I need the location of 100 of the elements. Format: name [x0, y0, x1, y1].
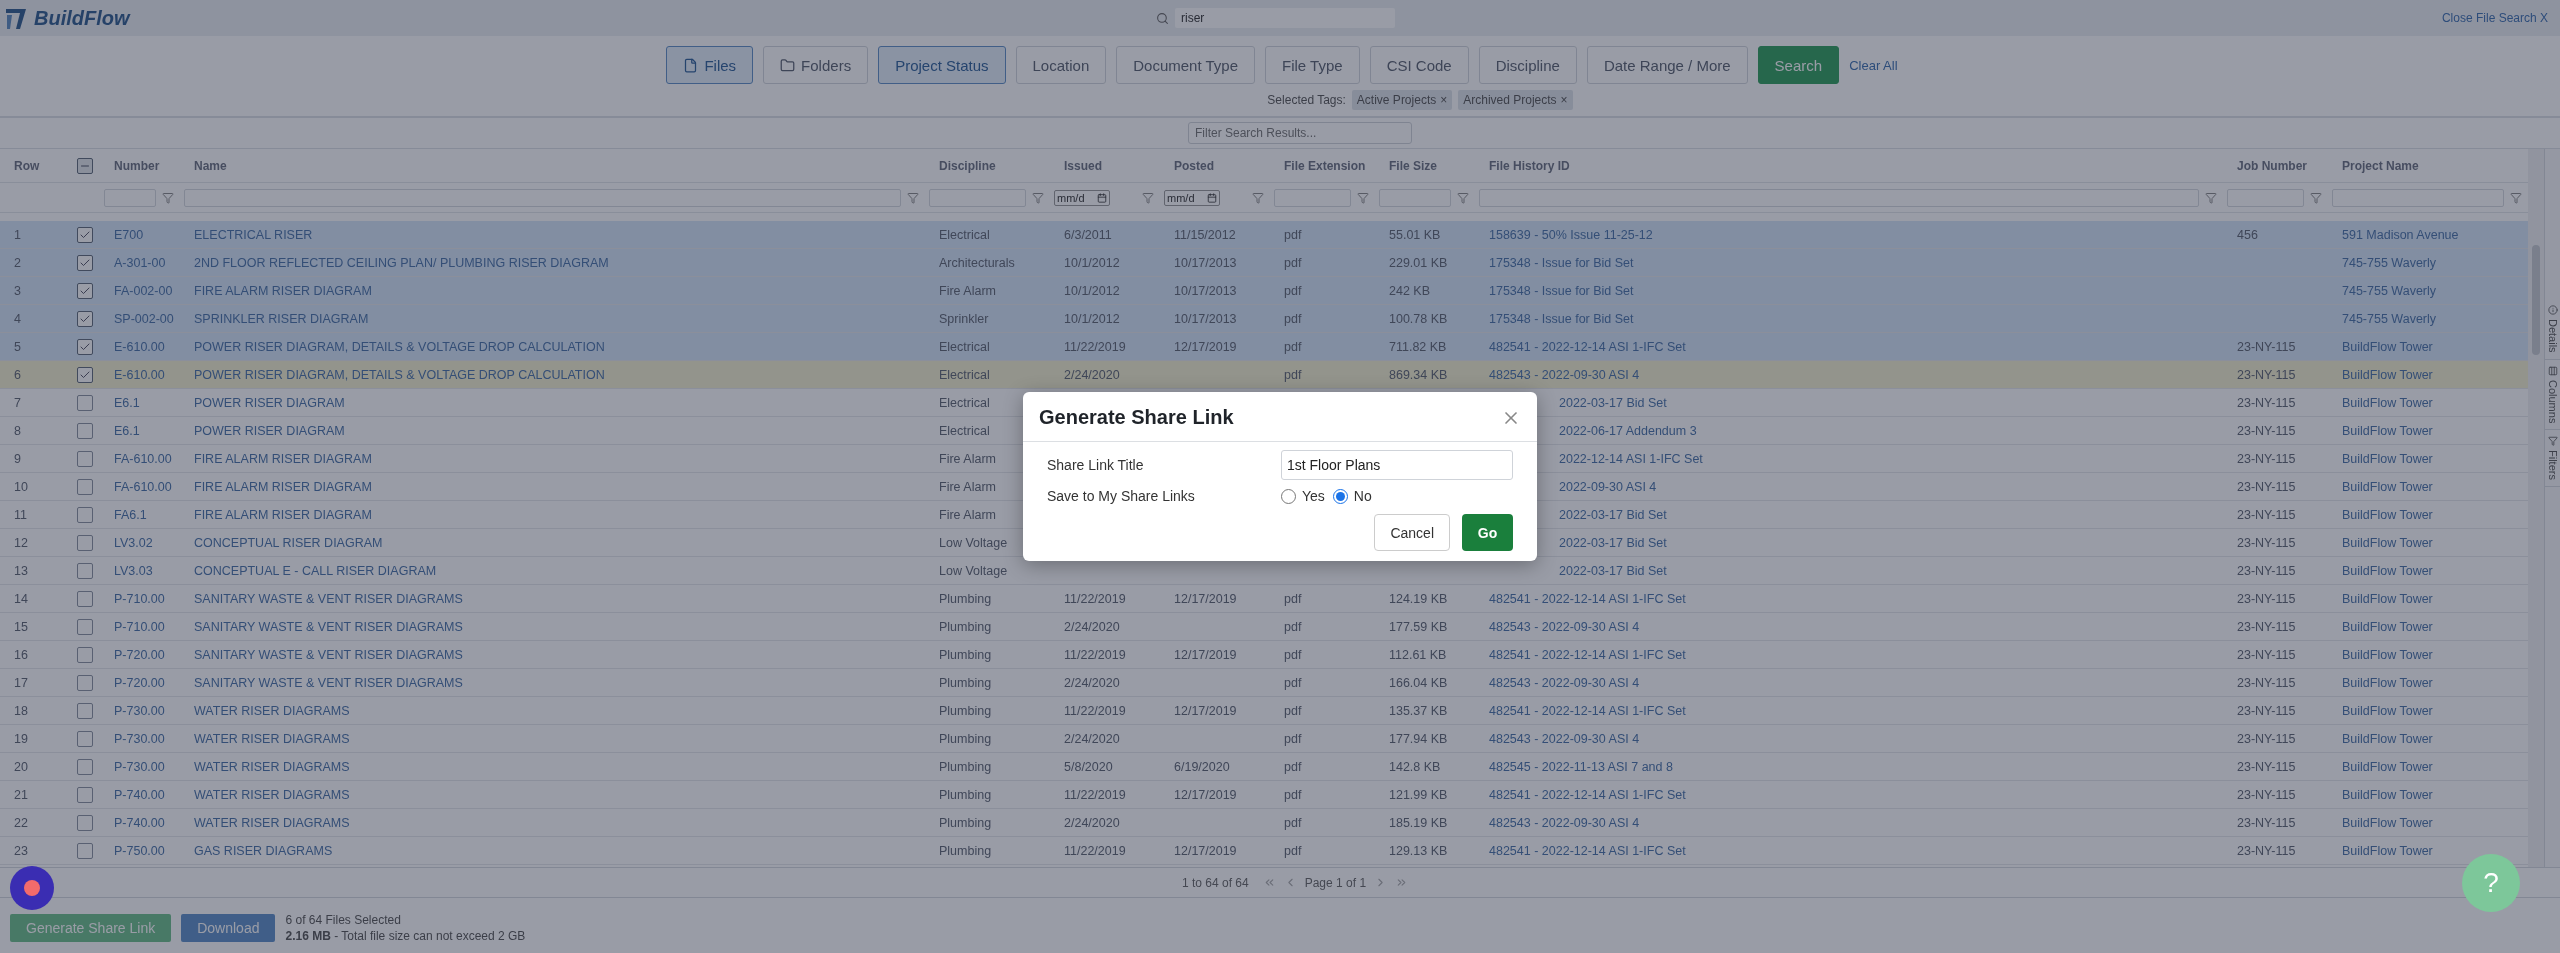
row-checkbox[interactable] [77, 366, 93, 383]
table-cell[interactable]: E6.1 [100, 395, 180, 410]
row-checkbox[interactable] [77, 450, 93, 467]
calendar-icon[interactable] [1097, 192, 1107, 203]
filter-icon[interactable] [907, 191, 919, 204]
table-cell[interactable]: SANITARY WASTE & VENT RISER DIAGRAMS [180, 591, 925, 606]
table-cell[interactable]: GAS RISER DIAGRAMS [180, 843, 925, 858]
column-header[interactable]: Row [0, 158, 70, 173]
column-header[interactable]: File Extension [1270, 158, 1375, 173]
table-cell[interactable]: 482545 - 2022-11-13 ASI 7 and 8 [1475, 759, 2223, 774]
table-cell[interactable]: WATER RISER DIAGRAMS [180, 815, 925, 830]
table-cell[interactable]: SPRINKLER RISER DIAGRAM [180, 311, 925, 326]
title-input-field[interactable]: 1st Floor Plans [1281, 450, 1513, 480]
table-cell[interactable]: 482543 - 2022-09-30 ASI 4 [1475, 367, 2223, 382]
table-cell[interactable]: E700 [100, 227, 180, 242]
table-cell[interactable]: E-610.00 [100, 367, 180, 382]
filter-icon[interactable] [1357, 191, 1369, 204]
table-cell[interactable]: BuildFlow Tower [2328, 675, 2528, 690]
table-cell[interactable]: FIRE ALARM RISER DIAGRAM [180, 507, 925, 522]
table-cell[interactable]: 745-755 Waverly [2328, 311, 2528, 326]
table-cell[interactable]: SANITARY WASTE & VENT RISER DIAGRAMS [180, 619, 925, 634]
row-checkbox[interactable] [77, 310, 93, 327]
record-widget-button[interactable] [10, 866, 54, 910]
filter-button[interactable]: File Type [1265, 46, 1360, 84]
table-cell[interactable]: 482543 - 2022-09-30 ASI 4 [1475, 619, 2223, 634]
table-cell[interactable]: FA-002-00 [100, 283, 180, 298]
table-cell[interactable]: FA-610.00 [100, 479, 180, 494]
side-tab[interactable]: Filters [2545, 430, 2560, 487]
table-row[interactable]: 4 SP-002-00 SPRINKLER RISER DIAGRAM Sprinkler 10/1/2012 10/17/2013 pdf 100.78 KB 175348 - Issue for Bid Set 745-755 Waverly [0, 305, 2528, 333]
filter-icon[interactable] [2310, 191, 2322, 204]
table-cell[interactable]: E6.1 [100, 423, 180, 438]
filter-button[interactable]: Folders [763, 46, 869, 84]
table-cell[interactable]: BuildFlow Tower [2328, 647, 2528, 662]
table-row[interactable]: 5 E-610.00 POWER RISER DIAGRAM, DETAILS & VOLTAGE DROP CALCULATION Electrical 11/22/2019 12/17/2019 pdf 711.82 KB 482541 - 2022-12-14 ASI 1-IFC Set 23-NY-115 BuildFlow Tower [0, 333, 2528, 361]
table-cell[interactable]: 175348 - Issue for Bid Set [1475, 283, 2223, 298]
table-cell[interactable]: BuildFlow Tower [2328, 731, 2528, 746]
table-cell[interactable]: P-730.00 [100, 703, 180, 718]
filter-button[interactable]: Location [1015, 46, 1107, 84]
table-cell[interactable]: POWER RISER DIAGRAM [180, 423, 925, 438]
table-cell[interactable]: P-710.00 [100, 619, 180, 634]
table-cell[interactable]: 482541 - 2022-12-14 ASI 1-IFC Set [1475, 339, 2223, 354]
filter-icon[interactable] [1032, 191, 1044, 204]
table-cell[interactable]: BuildFlow Tower [2328, 563, 2528, 578]
table-cell[interactable]: FIRE ALARM RISER DIAGRAM [180, 451, 925, 466]
table-cell[interactable]: 175348 - Issue for Bid Set [1475, 255, 2223, 270]
row-checkbox[interactable] [77, 618, 93, 635]
close-search-link[interactable]: Close File Search X [2441, 11, 2548, 25]
row-checkbox[interactable] [77, 842, 93, 859]
calendar-icon[interactable] [1207, 192, 1217, 203]
table-cell[interactable]: POWER RISER DIAGRAM [180, 395, 925, 410]
cancel-button[interactable]: Cancel [1374, 514, 1450, 551]
table-cell[interactable]: 745-755 Waverly [2328, 283, 2528, 298]
table-cell[interactable]: 482543 - 2022-09-30 ASI 4 [1475, 675, 2223, 690]
row-checkbox[interactable] [77, 590, 93, 607]
side-tab[interactable]: Details [2545, 299, 2560, 360]
table-cell[interactable]: SANITARY WASTE & VENT RISER DIAGRAMS [180, 647, 925, 662]
scrollbar[interactable] [2528, 149, 2544, 867]
row-checkbox[interactable] [77, 786, 93, 803]
row-checkbox[interactable] [77, 422, 93, 439]
table-cell[interactable]: 158639 - 50% Issue 11-25-12 [1475, 227, 2223, 242]
table-cell[interactable]: BuildFlow Tower [2328, 423, 2528, 438]
table-cell[interactable]: P-720.00 [100, 647, 180, 662]
table-cell[interactable]: P-740.00 [100, 787, 180, 802]
column-header[interactable]: Discipline [925, 158, 1050, 173]
table-cell[interactable]: BuildFlow Tower [2328, 395, 2528, 410]
table-cell[interactable]: BuildFlow Tower [2328, 815, 2528, 830]
table-cell[interactable]: BuildFlow Tower [2328, 759, 2528, 774]
table-cell[interactable]: BuildFlow Tower [2328, 339, 2528, 354]
filter-icon[interactable] [1142, 191, 1154, 204]
row-checkbox[interactable] [77, 338, 93, 355]
table-row[interactable]: 3 FA-002-00 FIRE ALARM RISER DIAGRAM Fire Alarm 10/1/2012 10/17/2013 pdf 242 KB 175348 - Issue for Bid Set 745-755 Waverly [0, 277, 2528, 305]
table-cell[interactable]: P-720.00 [100, 675, 180, 690]
table-cell[interactable]: BuildFlow Tower [2328, 507, 2528, 522]
table-cell[interactable]: POWER RISER DIAGRAM, DETAILS & VOLTAGE DROP CALCULATION [180, 339, 925, 354]
search-button[interactable]: Search [1757, 46, 1840, 84]
filter-button[interactable]: Files [666, 46, 754, 84]
column-header[interactable]: Project Name [2328, 158, 2528, 173]
table-cell[interactable]: BuildFlow Tower [2328, 367, 2528, 382]
clear-all-link[interactable]: Clear All [1849, 57, 1898, 73]
table-cell[interactable]: BuildFlow Tower [2328, 591, 2528, 606]
table-cell[interactable]: BuildFlow Tower [2328, 787, 2528, 802]
table-cell[interactable]: 2022-03-17 Bid Set [1475, 563, 2223, 578]
row-checkbox[interactable] [77, 562, 93, 579]
table-cell[interactable]: E-610.00 [100, 339, 180, 354]
table-cell[interactable]: POWER RISER DIAGRAM, DETAILS & VOLTAGE DROP CALCULATION [180, 367, 925, 382]
table-cell[interactable]: P-750.00 [100, 843, 180, 858]
table-cell[interactable]: FA-610.00 [100, 451, 180, 466]
table-cell[interactable]: 482541 - 2022-12-14 ASI 1-IFC Set [1475, 703, 2223, 718]
filter-icon[interactable] [162, 191, 174, 204]
filter-icon[interactable] [1457, 191, 1469, 204]
table-cell[interactable]: 591 Madison Avenue [2328, 227, 2528, 242]
table-cell[interactable]: BuildFlow Tower [2328, 703, 2528, 718]
remove-tag-button[interactable]: × [1560, 93, 1568, 107]
table-cell[interactable]: 482541 - 2022-12-14 ASI 1-IFC Set [1475, 647, 2223, 662]
row-checkbox[interactable] [77, 282, 93, 299]
row-checkbox[interactable] [77, 506, 93, 523]
column-header[interactable]: Job Number [2223, 158, 2328, 173]
table-cell[interactable]: LV3.02 [100, 535, 180, 550]
filter-icon[interactable] [2510, 191, 2522, 204]
table-cell[interactable]: A-301-00 [100, 255, 180, 270]
